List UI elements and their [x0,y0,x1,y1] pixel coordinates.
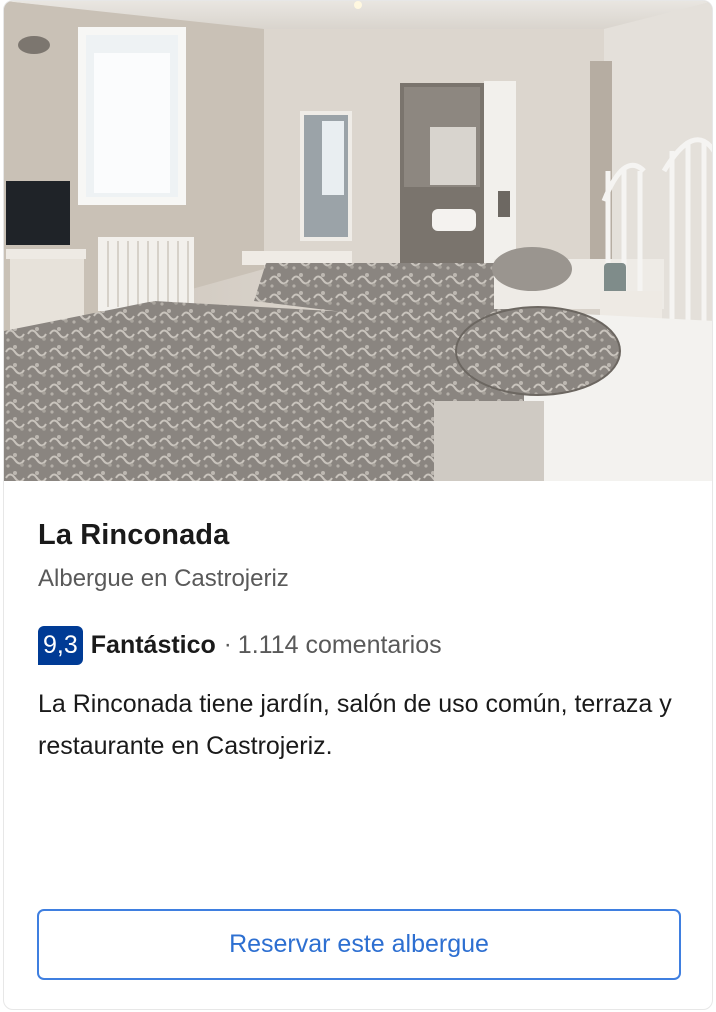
rating-row: 9,3 Fantástico · 1.114 comentarios [38,625,442,665]
property-photo[interactable] [4,1,712,481]
bedroom-photo-image [4,1,712,481]
review-score-label: Fantástico [90,630,216,659]
rating-separator: · [223,631,232,658]
review-score-badge: 9,3 [38,625,83,665]
property-type-location: Albergue en Castrojeriz [38,565,289,592]
book-hostel-button[interactable]: Reservar este albergue [37,909,681,980]
property-name[interactable]: La Rinconada [38,519,229,552]
review-count[interactable]: 1.114 comentarios [238,631,442,660]
property-card[interactable]: La Rinconada Albergue en Castrojeriz 9,3… [3,0,713,1010]
property-description: La Rinconada tiene jardín, salón de uso … [38,690,672,760]
